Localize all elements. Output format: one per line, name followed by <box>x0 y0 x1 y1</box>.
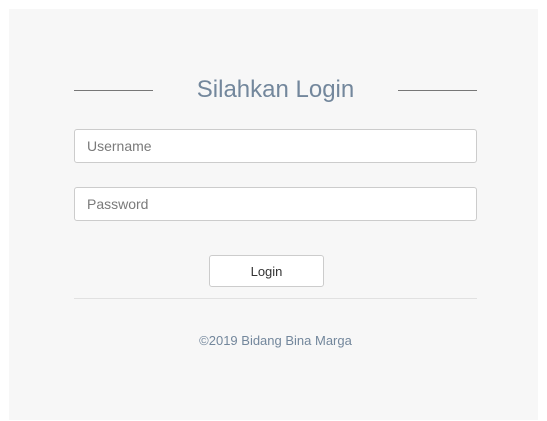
form-divider <box>74 298 477 299</box>
password-input[interactable] <box>74 187 477 221</box>
login-panel: Silahkan Login Login ©2019 Bidang Bina M… <box>9 9 538 420</box>
title-divider-right <box>398 90 477 91</box>
copyright-text: ©2019 Bidang Bina Marga <box>199 333 352 348</box>
login-title-row: Silahkan Login <box>74 73 477 107</box>
username-input[interactable] <box>74 129 477 163</box>
login-button[interactable]: Login <box>209 255 324 287</box>
